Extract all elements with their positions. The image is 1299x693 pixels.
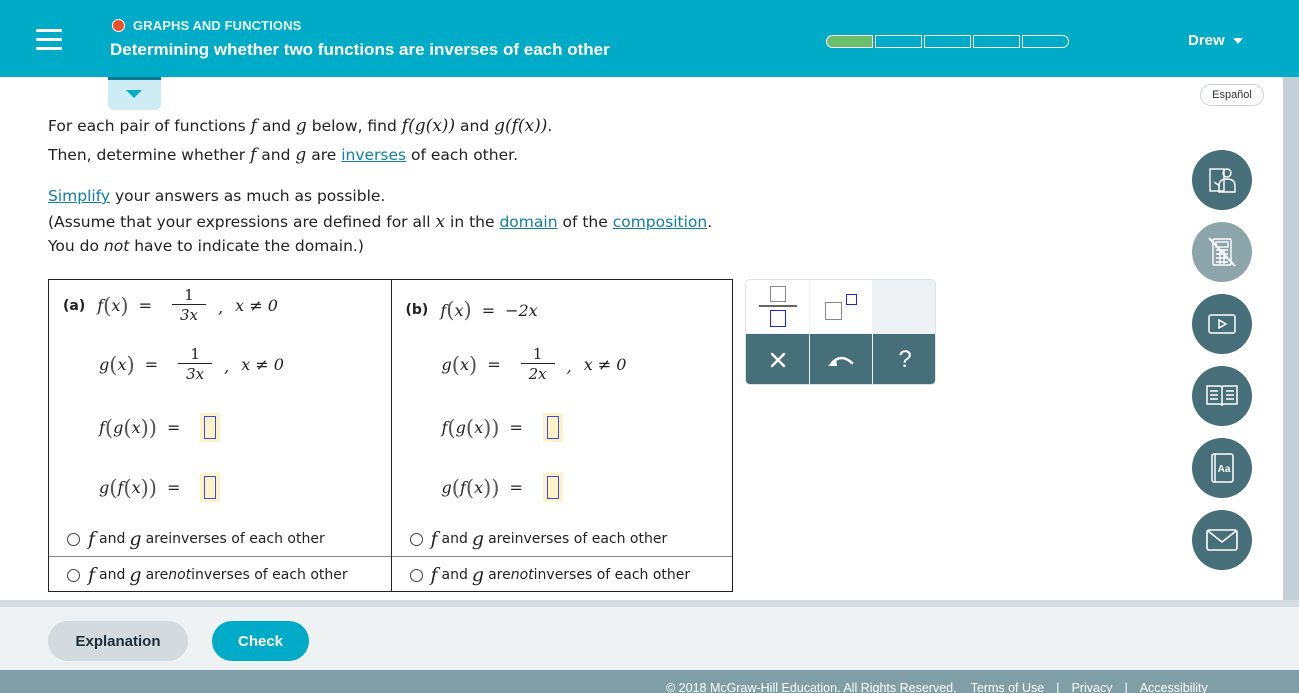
problem-table: (a) f(x) = 1 3x ,x ≠ 0 g(x) = 1 3x ,x ≠ 0 …: [48, 279, 733, 592]
g-definition-a: g(x) = 1 3x ,x ≠ 0: [99, 345, 284, 384]
composition-link[interactable]: composition: [613, 213, 708, 231]
g-definition-b: g(x) = 1 2x ,x ≠ 0: [441, 345, 627, 384]
collapse-toggle[interactable]: [108, 77, 161, 110]
radio-button[interactable]: [67, 532, 80, 546]
composition-gf: g(f(x)): [494, 116, 548, 136]
math-keypad: ?: [745, 279, 936, 385]
progress-segment-filled: [826, 35, 873, 48]
section-separator: [0, 600, 1299, 607]
triangle-down-icon: [126, 90, 142, 98]
progress-bar: [826, 35, 1069, 48]
instruction-line-2: Then, determine whether f and g are inve…: [48, 145, 518, 165]
fg-answer-input-b[interactable]: [542, 413, 563, 442]
glossary-button[interactable]: Aa: [1192, 438, 1252, 498]
inverses-link[interactable]: inverses: [341, 146, 406, 164]
fg-row-b: f(g(x)) =: [442, 413, 563, 442]
radio-button[interactable]: [409, 532, 423, 546]
user-name: Drew: [1188, 32, 1225, 49]
hamburger-menu-icon[interactable]: [36, 29, 62, 50]
exponent-template-button[interactable]: [810, 280, 872, 333]
top-header: GRAPHS AND FUNCTIONS Determining whether…: [0, 0, 1299, 77]
fraction: 1 2x: [520, 345, 555, 384]
instruction-line-4: (Assume that your expressions are define…: [48, 212, 713, 232]
progress-segment: [1022, 35, 1069, 48]
gf-answer-input-a[interactable]: [200, 473, 221, 502]
option-not-inverses-a[interactable]: f and g are not inverses of each other: [67, 564, 348, 586]
progress-segment: [924, 35, 971, 48]
undo-arrow-icon: [828, 356, 854, 366]
envelope-icon: [1206, 529, 1238, 551]
close-x-icon: [770, 352, 785, 368]
problem-a: (a) f(x) = 1 3x ,x ≠ 0 g(x) = 1 3x ,x ≠ 0 …: [49, 280, 391, 591]
domain-link[interactable]: domain: [499, 213, 557, 231]
fraction: 1 3x: [178, 345, 213, 384]
footer: © 2018 McGraw-Hill Education. All Rights…: [0, 670, 1299, 693]
caret-down-icon: [1232, 37, 1243, 44]
privacy-link[interactable]: Privacy: [1071, 681, 1112, 693]
fg-row-a: f(g(x)) =: [99, 413, 221, 442]
composition-fg: f(g(x)): [401, 116, 456, 136]
topic-text: GRAPHS AND FUNCTIONS: [133, 18, 302, 33]
scrollbar[interactable]: [1283, 77, 1299, 600]
option-inverses-a[interactable]: f and g are inverses of each other: [67, 528, 325, 550]
option-divider: [49, 556, 391, 557]
simplify-link[interactable]: Simplify: [48, 187, 110, 205]
video-button[interactable]: [1192, 294, 1252, 354]
calculator-disabled-icon: [1208, 237, 1236, 267]
open-book-icon: [1206, 385, 1238, 407]
gf-row-a: g(f(x)) =: [99, 473, 221, 502]
option-divider: [391, 556, 732, 557]
footer-separator: |: [1124, 681, 1128, 693]
action-bar: [0, 607, 1299, 670]
footer-separator: |: [1056, 681, 1060, 693]
instruction-line-5: You do not have to indicate the domain.): [48, 237, 364, 255]
gf-answer-input-b[interactable]: [542, 473, 563, 502]
help-button[interactable]: ?: [873, 334, 935, 384]
f-definition-a: (a) f(x) = 1 3x ,x ≠ 0: [63, 286, 278, 325]
fg-answer-input-a[interactable]: [200, 413, 221, 442]
dictionary-icon: Aa: [1211, 453, 1234, 483]
radio-button[interactable]: [67, 568, 80, 582]
textbook-button[interactable]: [1192, 366, 1252, 426]
copyright-text: © 2018 McGraw-Hill Education. All Rights…: [666, 681, 957, 693]
terms-of-use-link[interactable]: Terms of Use: [971, 681, 1045, 693]
option-inverses-b[interactable]: f and g are inverses of each other: [409, 528, 667, 550]
instruction-line-3: Simplify your answers as much as possibl…: [48, 187, 386, 205]
topic-status-dot: [112, 19, 125, 32]
option-not-inverses-b[interactable]: f and g are not inverses of each other: [409, 564, 690, 586]
svg-text:Aa: Aa: [1218, 464, 1231, 475]
progress-segment: [973, 35, 1020, 48]
topic-label: GRAPHS AND FUNCTIONS: [112, 18, 301, 33]
problem-b: (b) f(x) = −2x g(x) = 1 2x ,x ≠ 0 f(g(x))…: [390, 280, 732, 591]
gf-row-b: g(f(x)) =: [442, 473, 563, 502]
clear-button[interactable]: [746, 334, 809, 384]
undo-button[interactable]: [810, 334, 872, 384]
progress-segment: [875, 35, 922, 48]
f-definition-b: (b) f(x) = −2x: [405, 298, 538, 322]
language-toggle-button[interactable]: Español: [1200, 84, 1264, 106]
page-title: Determining whether two functions are in…: [110, 40, 610, 59]
accessibility-link[interactable]: Accessibility: [1140, 681, 1208, 693]
fraction: 1 3x: [172, 286, 207, 325]
fraction-template-button[interactable]: [746, 280, 809, 333]
video-play-icon: [1208, 314, 1236, 334]
message-button[interactable]: [1192, 510, 1252, 570]
instructor-icon: [1209, 168, 1236, 193]
radio-button[interactable]: [409, 568, 423, 582]
check-button[interactable]: Check: [212, 621, 309, 661]
ask-instructor-button[interactable]: [1192, 150, 1252, 210]
user-menu[interactable]: Drew: [1188, 32, 1243, 49]
explanation-button[interactable]: Explanation: [48, 621, 188, 661]
calculator-button[interactable]: [1192, 222, 1252, 282]
instruction-line-1: For each pair of functions f and g below…: [48, 116, 553, 136]
